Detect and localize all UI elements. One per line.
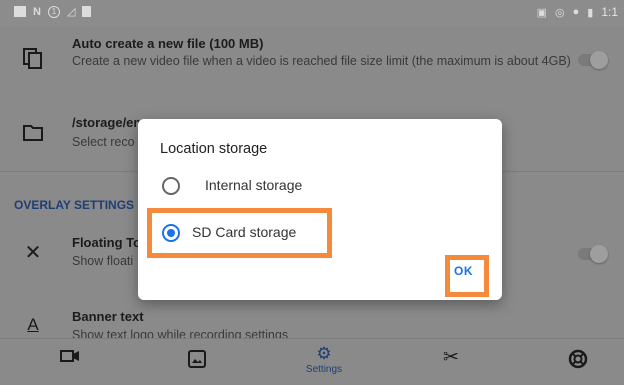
overlay-settings-header: OVERLAY SETTINGS (14, 198, 135, 212)
signal-icon: ◿ (66, 6, 76, 18)
toggle-knob (590, 245, 608, 263)
auto-create-subtitle: Create a new video file when a video is … (72, 54, 571, 68)
nav-screenshot[interactable] (167, 339, 227, 385)
nav-help[interactable] (548, 339, 608, 385)
option-sd-card-storage[interactable]: SD Card storage (138, 215, 502, 251)
location-icon: ● (572, 6, 580, 18)
scissors-icon: ✂ (443, 347, 459, 368)
status-time: 1:1 (601, 5, 618, 19)
banner-subtitle: Show text logo while recording settings (72, 328, 289, 338)
floating-toggle[interactable] (578, 245, 608, 263)
nav-settings[interactable]: ⚙ Settings (294, 339, 354, 385)
video-camera-icon (60, 349, 80, 367)
settings-gear-icon: ⚙ (316, 344, 332, 363)
status-bar: N 1 ◿ ▣ ◎ ● ▮ 1:1 (0, 0, 624, 26)
image-icon (14, 6, 26, 17)
circle-1-icon: 1 (47, 5, 60, 18)
auto-create-toggle[interactable] (578, 51, 608, 69)
ok-button[interactable]: OK (454, 264, 473, 278)
screenshot-icon (187, 349, 207, 368)
option-internal-label: Internal storage (205, 177, 303, 193)
folder-icon (22, 124, 44, 146)
n-icon: N (33, 5, 41, 18)
nav-edit[interactable]: ✂ (421, 339, 481, 385)
dialog-title: Location storage (160, 141, 268, 157)
auto-create-title: Auto create a new file (100 MB) (72, 36, 264, 51)
option-sd-card-label: SD Card storage (192, 224, 297, 240)
toggle-knob (590, 51, 608, 69)
sd-icon (82, 6, 92, 17)
radio-checked-icon[interactable] (162, 224, 180, 242)
banner-title: Banner text (72, 309, 144, 324)
setting-banner[interactable]: A Banner text Show text logo while recor… (0, 300, 624, 338)
option-internal-storage[interactable]: Internal storage (138, 168, 502, 204)
copy-icon (22, 48, 44, 70)
cast-icon: ▣ (536, 6, 547, 19)
wifi-icon: ◎ (554, 6, 565, 19)
status-right-icons: ▣ ◎ ● ▮ 1:1 (537, 5, 618, 19)
storage-path-title: /storage/em (72, 115, 145, 130)
battery-icon: ▮ (587, 6, 594, 19)
close-icon: ✕ (24, 242, 42, 264)
radio-unchecked-icon[interactable] (162, 177, 180, 195)
bottom-navigation: ⚙ Settings ✂ (0, 338, 624, 385)
nav-record[interactable] (40, 339, 100, 385)
text-format-icon: A (27, 315, 39, 334)
nav-settings-label: Settings (305, 364, 343, 375)
help-lifebuoy-icon (568, 349, 588, 369)
status-left-icons: N 1 ◿ (14, 5, 92, 18)
location-storage-dialog: Location storage Internal storage SD Car… (138, 119, 502, 300)
setting-auto-create[interactable]: Auto create a new file (100 MB) Create a… (0, 26, 624, 106)
floating-title: Floating To (72, 235, 142, 250)
